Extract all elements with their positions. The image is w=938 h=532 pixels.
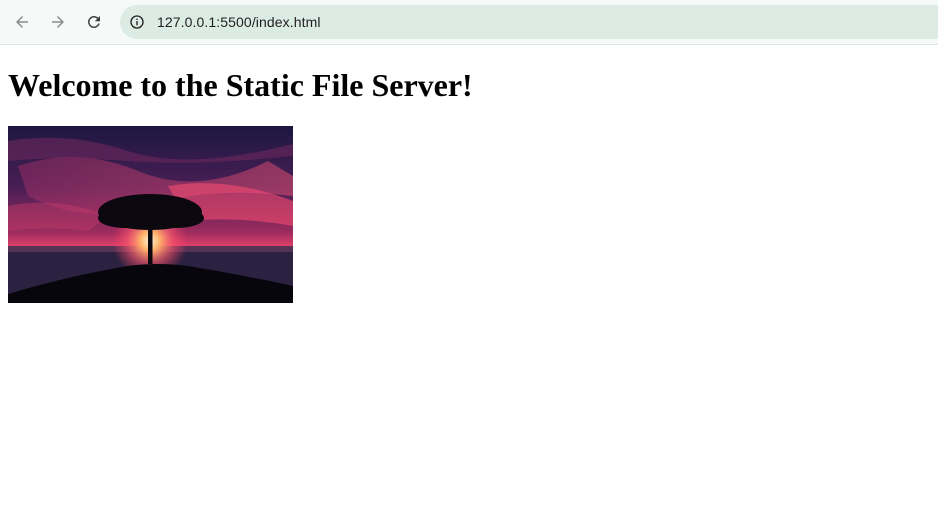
address-bar[interactable]: 127.0.0.1:5500/index.html <box>120 5 938 39</box>
back-button[interactable] <box>8 8 36 36</box>
url-text[interactable]: 127.0.0.1:5500/index.html <box>157 14 321 30</box>
forward-button[interactable] <box>44 8 72 36</box>
info-icon <box>130 15 144 29</box>
page-heading: Welcome to the Static File Server! <box>8 67 473 103</box>
arrow-right-icon <box>52 16 64 28</box>
tree-sunset-image <box>8 126 293 303</box>
browser-toolbar: 127.0.0.1:5500/index.html <box>0 0 938 45</box>
reload-button[interactable] <box>80 8 108 36</box>
arrow-left-icon <box>16 16 28 28</box>
site-info-button[interactable] <box>127 12 147 32</box>
page-viewport: Welcome to the Static File Server! <box>0 46 938 532</box>
reload-icon <box>87 15 100 28</box>
